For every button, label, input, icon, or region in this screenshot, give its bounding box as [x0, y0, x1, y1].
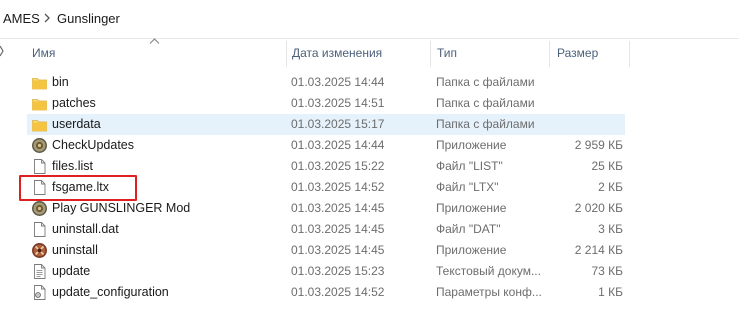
file-size: 2 020 КБ	[574, 201, 623, 215]
file-row[interactable]: files.list 01.03.2025 15:22 Файл "LIST" …	[27, 156, 625, 177]
file-row[interactable]: userdata 01.03.2025 15:17 Папка с файлам…	[27, 114, 625, 135]
file-date: 01.03.2025 14:51	[291, 96, 385, 110]
file-row[interactable]: uninstall 01.03.2025 14:45 Приложение 2 …	[27, 240, 625, 261]
file-size: 3 КБ	[598, 222, 623, 236]
file-row[interactable]: uninstall.dat 01.03.2025 14:45 Файл "DAT…	[27, 219, 625, 240]
file-date: 01.03.2025 14:44	[291, 75, 385, 89]
column-header-size[interactable]: Размер	[553, 41, 629, 67]
file-size: 2 214 КБ	[574, 243, 623, 257]
chevron-right-icon	[44, 13, 50, 23]
file-row[interactable]: patches 01.03.2025 14:51 Папка с файлами	[27, 93, 625, 114]
file-date: 01.03.2025 14:45	[291, 243, 385, 257]
breadcrumb: AMES Gunslinger	[0, 0, 739, 39]
column-header-name[interactable]: Имя	[28, 41, 286, 67]
file-row[interactable]: CheckUpdates 01.03.2025 14:44 Приложение…	[27, 135, 625, 156]
file-date: 01.03.2025 14:45	[291, 201, 385, 215]
file-name: patches	[52, 96, 96, 110]
file-name: files.list	[52, 159, 93, 173]
file-type: Приложение	[436, 138, 507, 152]
folder-icon	[31, 74, 48, 91]
file-type: Текстовый докум...	[436, 264, 541, 278]
file-date: 01.03.2025 14:52	[291, 285, 385, 299]
app-gear-icon	[31, 137, 48, 154]
file-type: Папка с файлами	[436, 117, 535, 131]
file-date: 01.03.2025 15:22	[291, 159, 385, 173]
file-size: 25 КБ	[591, 159, 623, 173]
breadcrumb-parent[interactable]: AMES	[3, 11, 40, 26]
folder-icon	[31, 116, 48, 133]
file-size: 2 КБ	[598, 180, 623, 194]
file-size	[547, 93, 623, 114]
column-divider[interactable]	[549, 41, 550, 67]
file-name: Play GUNSLINGER Mod	[52, 201, 191, 215]
file-size	[547, 114, 623, 135]
file-icon	[31, 221, 48, 238]
file-row[interactable]: bin 01.03.2025 14:44 Папка с файлами	[27, 72, 625, 93]
file-type: Папка с файлами	[436, 96, 535, 110]
file-row[interactable]: update 01.03.2025 15:23 Текстовый докум.…	[27, 261, 625, 282]
file-name: bin	[52, 75, 69, 89]
column-divider[interactable]	[629, 41, 630, 67]
column-header-type[interactable]: Тип	[433, 41, 549, 67]
file-size: 2 959 КБ	[574, 138, 623, 152]
file-type: Папка с файлами	[436, 75, 535, 89]
file-name: userdata	[52, 117, 101, 131]
file-date: 01.03.2025 14:52	[291, 180, 385, 194]
folder-icon	[31, 95, 48, 112]
file-date: 01.03.2025 15:23	[291, 264, 385, 278]
file-date: 01.03.2025 14:44	[291, 138, 385, 152]
file-size: 73 КБ	[591, 264, 623, 278]
file-size	[547, 72, 623, 93]
file-size: 1 КБ	[598, 285, 623, 299]
file-type: Параметры конф...	[436, 285, 542, 299]
file-date: 01.03.2025 15:17	[291, 117, 385, 131]
config-file-icon	[31, 284, 48, 301]
file-date: 01.03.2025 14:45	[291, 222, 385, 236]
breadcrumb-current[interactable]: Gunslinger	[57, 11, 120, 26]
file-name: CheckUpdates	[52, 138, 134, 152]
column-header-date[interactable]: Дата изменения	[288, 41, 430, 67]
file-type: Файл "LTX"	[436, 180, 499, 194]
file-type: Файл "LIST"	[436, 159, 503, 173]
file-name: update_configuration	[52, 285, 169, 299]
app-gear-icon	[31, 200, 48, 217]
file-row[interactable]: update_configuration 01.03.2025 14:52 Па…	[27, 282, 625, 303]
file-type: Приложение	[436, 243, 507, 257]
file-icon	[31, 158, 48, 175]
column-divider[interactable]	[430, 41, 431, 67]
text-document-icon	[31, 263, 48, 280]
uninstall-app-icon	[31, 242, 48, 259]
file-name: update	[52, 264, 91, 278]
file-name: uninstall	[52, 243, 98, 257]
file-type: Приложение	[436, 201, 507, 215]
file-name: uninstall.dat	[52, 222, 119, 236]
column-header-row: Имя Дата изменения Тип Размер	[0, 41, 739, 67]
file-row[interactable]: Play GUNSLINGER Mod 01.03.2025 14:45 При…	[27, 198, 625, 219]
annotation-highlight-box	[19, 175, 137, 201]
file-type: Файл "DAT"	[436, 222, 501, 236]
column-divider[interactable]	[286, 41, 287, 67]
